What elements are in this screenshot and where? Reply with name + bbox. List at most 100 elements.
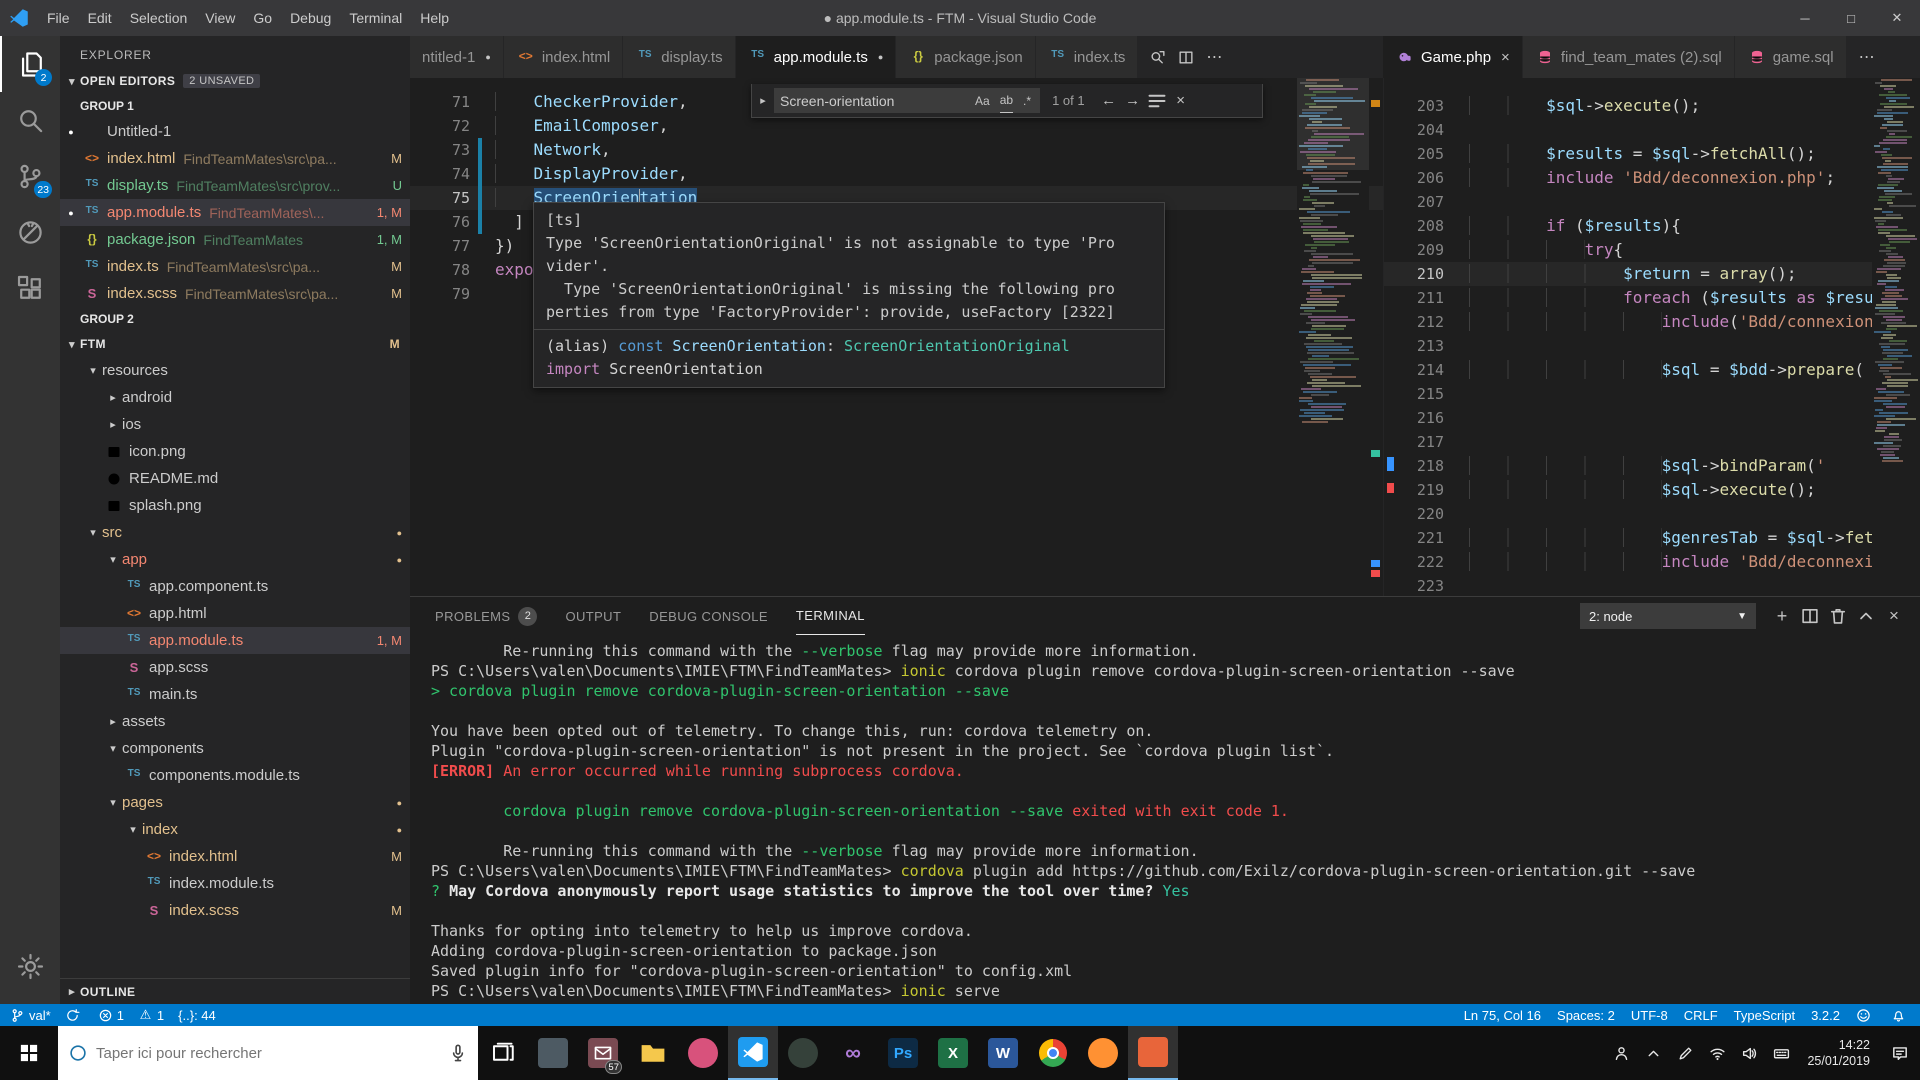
activity-search[interactable]: [0, 92, 60, 148]
open-editor-index.html[interactable]: <> index.html FindTeamMates\src\pa... M: [60, 145, 410, 172]
tab-ntitled-1[interactable]: ntitled-1 ●: [410, 36, 504, 78]
regex-toggle[interactable]: .*: [1018, 91, 1036, 111]
kill-terminal-button[interactable]: [1824, 606, 1852, 626]
status-sync[interactable]: [65, 1008, 84, 1023]
taskbar-mail-app[interactable]: 57: [578, 1026, 628, 1080]
new-terminal-button[interactable]: +: [1768, 606, 1796, 626]
close-button[interactable]: ✕: [1874, 0, 1920, 36]
tree-item-app.component.ts[interactable]: TS app.component.ts: [60, 573, 410, 600]
open-editor-index.scss[interactable]: Sindex.scss FindTeamMates\src\pa... M: [60, 280, 410, 307]
taskbar-vscode[interactable]: [728, 1026, 778, 1080]
find-input[interactable]: [774, 88, 970, 113]
taskbar-visual-studio[interactable]: ∞: [828, 1026, 878, 1080]
tab-app.module.ts[interactable]: TS app.module.ts ●: [735, 36, 897, 78]
tree-item-src[interactable]: ▾ src ●: [60, 519, 410, 546]
toggle-replace-icon[interactable]: ▸: [752, 84, 774, 117]
status-encoding[interactable]: UTF-8: [1631, 1008, 1668, 1023]
menu-go[interactable]: Go: [244, 10, 281, 26]
panel-tab-output[interactable]: OUTPUT: [565, 597, 621, 635]
close-icon[interactable]: ×: [1501, 49, 1510, 66]
close-find-button[interactable]: ×: [1169, 89, 1193, 113]
menu-file[interactable]: File: [38, 10, 79, 26]
tray-chevron-up[interactable]: [1637, 1026, 1669, 1080]
status-language-mode[interactable]: TypeScript: [1734, 1008, 1795, 1023]
tree-item-index.scss[interactable]: Sindex.scss M: [60, 897, 410, 924]
status-eol[interactable]: CRLF: [1684, 1008, 1718, 1023]
tree-item-ios[interactable]: ▸ ios: [60, 411, 410, 438]
panel-tab-terminal[interactable]: TERMINAL: [795, 597, 865, 635]
code-editor-php[interactable]: 203 $sql->execute(); 204 205 $results = $s…: [1383, 78, 1920, 596]
minimap[interactable]: [1297, 78, 1369, 558]
match-case-toggle[interactable]: Aa: [970, 91, 995, 111]
open-editor-Untitled-1[interactable]: ● Untitled-1: [60, 118, 410, 145]
tab-package.json[interactable]: {} package.json: [896, 36, 1036, 78]
workspace-header[interactable]: ▾ FTM M: [60, 331, 410, 357]
taskbar-dark-app[interactable]: [778, 1026, 828, 1080]
panel-tab-debug-console[interactable]: DEBUG CONSOLE: [649, 597, 768, 635]
menu-debug[interactable]: Debug: [281, 10, 340, 26]
overview-ruler[interactable]: [1369, 78, 1383, 596]
maximize-panel-button[interactable]: [1852, 606, 1880, 626]
taskbar-photoshop[interactable]: Ps: [878, 1026, 928, 1080]
tab-game.php[interactable]: Game.php ×: [1383, 36, 1523, 78]
windows-search-input[interactable]: [88, 1044, 448, 1062]
minimap[interactable]: [1872, 78, 1920, 596]
activity-files[interactable]: 2: [0, 36, 60, 92]
close-panel-button[interactable]: ×: [1880, 606, 1908, 626]
action-center-button[interactable]: [1880, 1044, 1920, 1062]
status-feedback[interactable]: [1856, 1008, 1875, 1023]
whole-word-toggle[interactable]: ab: [995, 91, 1018, 113]
activity-debug[interactable]: [0, 204, 60, 260]
code-editor-typescript[interactable]: 71 CheckerProvider, 72 EmailComposer, 73 N…: [410, 78, 1383, 596]
menu-help[interactable]: Help: [411, 10, 458, 26]
tree-item-resources[interactable]: ▾ resources: [60, 357, 410, 384]
more-actions-button[interactable]: ⋯: [1853, 47, 1882, 67]
start-button[interactable]: [0, 1026, 58, 1080]
taskbar-firefox[interactable]: [1078, 1026, 1128, 1080]
tree-item-icon.png[interactable]: icon.png: [60, 438, 410, 465]
status-errors[interactable]: 1: [98, 1008, 124, 1023]
tree-item-app.html[interactable]: <> app.html: [60, 600, 410, 627]
microphone-icon[interactable]: [448, 1043, 468, 1063]
status-warnings[interactable]: ⚠ 1: [138, 1007, 165, 1023]
tree-item-splash.png[interactable]: splash.png: [60, 492, 410, 519]
activity-scm[interactable]: 23: [0, 148, 60, 204]
taskbar-dev-tool[interactable]: [1128, 1026, 1178, 1080]
tree-item-index[interactable]: ▾ index ●: [60, 816, 410, 843]
taskbar-excel[interactable]: X: [928, 1026, 978, 1080]
panel-tab-problems[interactable]: PROBLEMS 2: [435, 597, 538, 635]
tab-index.ts[interactable]: TS index.ts: [1035, 36, 1139, 78]
tree-item-android[interactable]: ▸ android: [60, 384, 410, 411]
taskbar-capture-app[interactable]: [528, 1026, 578, 1080]
taskbar-word[interactable]: W: [978, 1026, 1028, 1080]
split-terminal-button[interactable]: [1796, 606, 1824, 626]
tree-item-pages[interactable]: ▾ pages ●: [60, 789, 410, 816]
status-indentation[interactable]: Spaces: 2: [1557, 1008, 1615, 1023]
activity-extensions[interactable]: [0, 260, 60, 316]
taskbar-task-view[interactable]: [478, 1026, 528, 1080]
tree-item-components[interactable]: ▾ components: [60, 735, 410, 762]
tree-item-main.ts[interactable]: TS main.ts: [60, 681, 410, 708]
open-editors-header[interactable]: ▾ OPEN EDITORS 2 UNSAVED: [60, 68, 410, 94]
status-notifications[interactable]: [1891, 1008, 1910, 1023]
taskbar-clock[interactable]: 14:22 25/01/2019: [1797, 1037, 1880, 1069]
tab-index.html[interactable]: <> index.html: [503, 36, 624, 78]
open-editor-package.json[interactable]: {} package.json FindTeamMates 1, M: [60, 226, 410, 253]
open-editor-display.ts[interactable]: TS display.ts FindTeamMates\src\prov... U: [60, 172, 410, 199]
minimize-button[interactable]: ─: [1782, 0, 1828, 36]
tab-game.sql[interactable]: game.sql: [1734, 36, 1847, 78]
split-editor-button[interactable]: [1174, 49, 1198, 66]
tree-item-components.module.ts[interactable]: TS components.module.ts: [60, 762, 410, 789]
maximize-button[interactable]: □: [1828, 0, 1874, 36]
menu-terminal[interactable]: Terminal: [340, 10, 411, 26]
tree-item-index.html[interactable]: <> index.html M: [60, 843, 410, 870]
tree-item-app[interactable]: ▾ app ●: [60, 546, 410, 573]
menu-view[interactable]: View: [196, 10, 244, 26]
tree-item-readme.md[interactable]: README.md: [60, 465, 410, 492]
tree-item-app.module.ts[interactable]: TS app.module.ts 1, M: [60, 627, 410, 654]
status-bracket-count[interactable]: {..}: 44: [178, 1008, 216, 1023]
tree-item-assets[interactable]: ▸ assets: [60, 708, 410, 735]
activity-gear[interactable]: [0, 938, 60, 994]
more-actions-button[interactable]: ⋯: [1200, 47, 1229, 67]
previous-match-button[interactable]: ←: [1097, 89, 1121, 113]
